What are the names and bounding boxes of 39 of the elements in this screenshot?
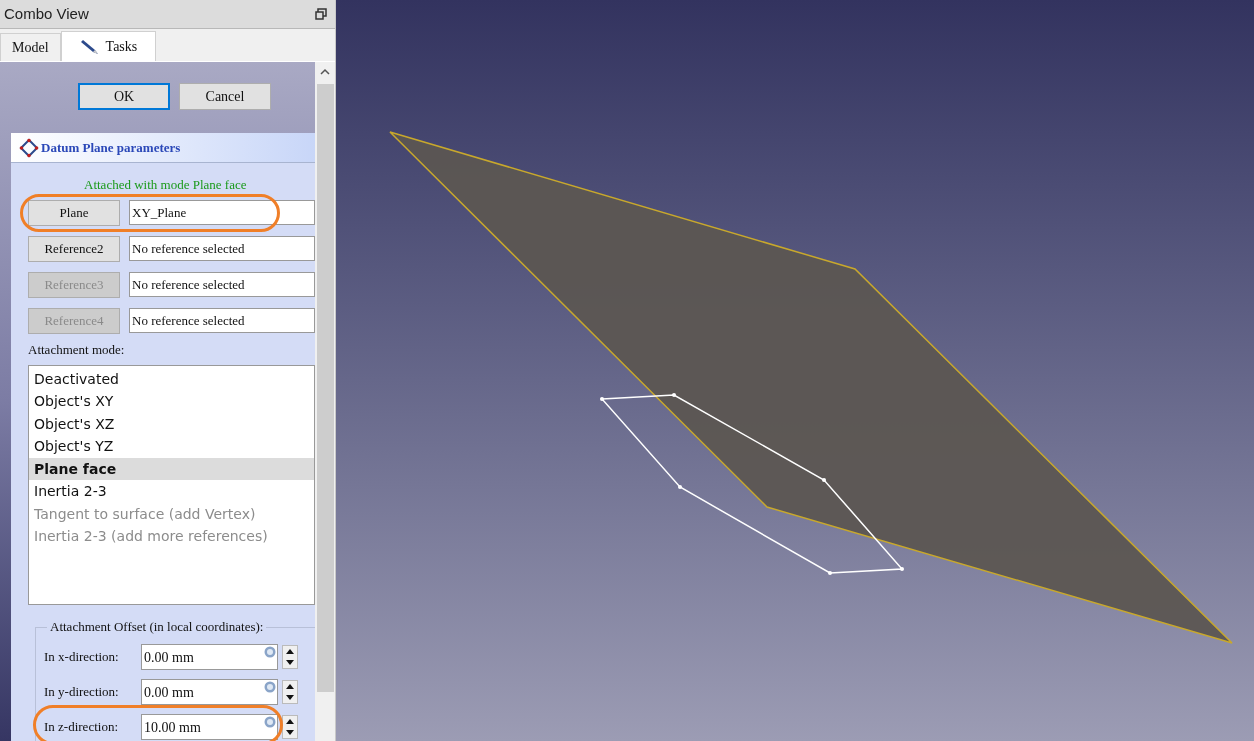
mode-item[interactable]: Deactivated — [29, 367, 314, 390]
mode-item[interactable]: Object's XY — [29, 390, 314, 413]
reference-button[interactable]: Reference2 — [28, 236, 120, 262]
scrollbar-thumb[interactable] — [316, 84, 334, 692]
restore-icon[interactable] — [315, 8, 327, 20]
attachment-mode-label: Attachment mode: — [27, 341, 126, 359]
offset-value: 10.00 mm — [143, 719, 201, 735]
offset-value: 0.00 mm — [143, 684, 194, 700]
mode-item[interactable]: Object's XZ — [29, 412, 314, 435]
scroll-up-icon[interactable] — [320, 68, 330, 76]
card-title: Datum Plane parameters — [41, 138, 181, 157]
expression-icon[interactable] — [264, 680, 276, 693]
pencil-icon — [79, 37, 100, 56]
status-text: Attached with mode Plane face — [83, 176, 248, 192]
tab[interactable]: Tasks — [60, 31, 157, 61]
dialog-button[interactable]: Cancel — [179, 83, 271, 110]
offset-label: In z-direction: — [44, 717, 119, 736]
reference-field[interactable]: XY_Plane — [129, 200, 315, 225]
offset-field[interactable]: 10.00 mm — [141, 713, 278, 740]
offset-label: In y-direction: — [44, 682, 120, 701]
offset-field[interactable]: 0.00 mm — [141, 678, 278, 705]
offset-label: In x-direction: — [44, 647, 120, 666]
mode-item[interactable]: Object's YZ — [29, 435, 314, 458]
offset-value: 0.00 mm — [143, 649, 194, 665]
tab[interactable]: Model — [0, 33, 61, 61]
reference-field[interactable]: No reference selected — [129, 236, 315, 261]
spin-buttons[interactable] — [282, 714, 298, 739]
spin-buttons[interactable] — [282, 679, 298, 704]
spin-buttons[interactable] — [282, 644, 298, 669]
expression-icon[interactable] — [264, 645, 276, 658]
mode-item[interactable]: Plane face — [29, 457, 314, 480]
offset-field[interactable]: 0.00 mm — [141, 643, 278, 670]
panel-title: Combo View — [4, 3, 89, 24]
expression-icon[interactable] — [264, 715, 276, 728]
reference-button[interactable]: Plane — [28, 200, 120, 226]
3d-viewport[interactable] — [336, 0, 1254, 741]
dialog-button[interactable]: OK — [78, 83, 170, 110]
mode-item[interactable]: Inertia 2-3 — [29, 480, 314, 503]
plane-icon — [19, 137, 39, 158]
